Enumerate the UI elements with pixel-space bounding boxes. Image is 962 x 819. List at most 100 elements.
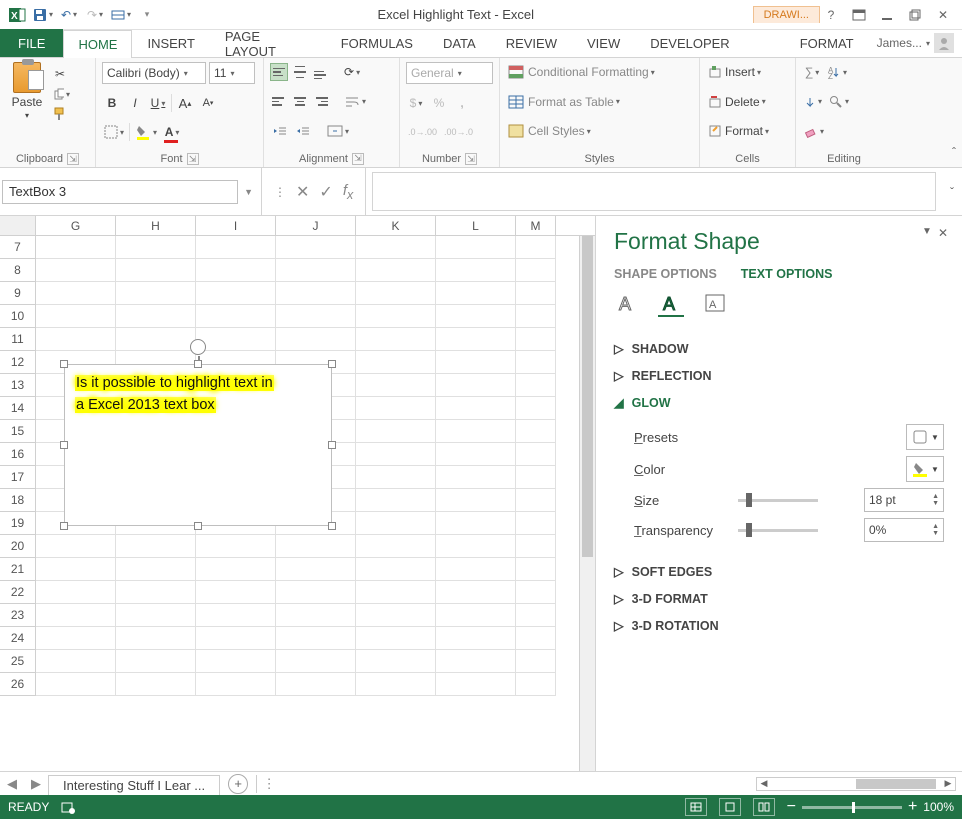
cell[interactable] (436, 236, 516, 259)
clear-button[interactable] (802, 121, 826, 141)
row-header[interactable]: 26 (0, 673, 36, 696)
bold-button[interactable]: B (102, 93, 122, 113)
cell[interactable] (356, 328, 436, 351)
cell[interactable] (276, 627, 356, 650)
cell[interactable] (36, 604, 116, 627)
cell[interactable] (516, 535, 556, 558)
glow-size-slider[interactable] (738, 499, 818, 502)
help-button[interactable]: ? (820, 4, 842, 26)
insert-function-button[interactable]: fx (343, 182, 353, 202)
cell[interactable] (196, 673, 276, 696)
sheet-split[interactable]: ⋮ (257, 776, 281, 792)
cell[interactable] (196, 558, 276, 581)
qat-customize-button[interactable]: ▾ (135, 3, 159, 27)
cell[interactable] (436, 397, 516, 420)
cell[interactable] (436, 443, 516, 466)
cell[interactable] (356, 650, 436, 673)
cell[interactable] (356, 558, 436, 581)
page-layout-view-button[interactable] (719, 798, 741, 816)
resize-handle-se[interactable] (328, 522, 336, 530)
resize-handle-sw[interactable] (60, 522, 68, 530)
cell[interactable] (196, 236, 276, 259)
sort-filter-button[interactable]: AZ (825, 62, 849, 82)
cell[interactable] (516, 650, 556, 673)
cell[interactable] (116, 673, 196, 696)
row-header[interactable]: 24 (0, 627, 36, 650)
drawing-tools-tab[interactable]: DRAWI... (753, 6, 820, 23)
cell[interactable] (516, 374, 556, 397)
sheet-nav-next[interactable]: ▶ (24, 776, 48, 792)
formula-bar[interactable] (372, 172, 936, 211)
fill-button[interactable] (802, 92, 824, 112)
tab-review[interactable]: REVIEW (491, 29, 572, 57)
cell[interactable] (276, 328, 356, 351)
user-account[interactable]: James...▾ (869, 29, 962, 57)
alignment-dialog-launcher[interactable]: ⇲ (352, 153, 364, 165)
shape-options-tab[interactable]: SHAPE OPTIONS (614, 267, 717, 281)
cell[interactable] (436, 604, 516, 627)
scroll-thumb[interactable] (582, 236, 593, 557)
cell[interactable] (356, 535, 436, 558)
cell[interactable] (436, 512, 516, 535)
cell[interactable] (436, 558, 516, 581)
cell[interactable] (276, 650, 356, 673)
row-header[interactable]: 10 (0, 305, 36, 328)
cell[interactable] (436, 535, 516, 558)
cell[interactable] (356, 512, 436, 535)
shadow-section[interactable]: ▷SHADOW (614, 341, 944, 356)
tab-home[interactable]: HOME (63, 30, 132, 58)
normal-view-button[interactable] (685, 798, 707, 816)
tab-page-layout[interactable]: PAGE LAYOUT (210, 29, 326, 57)
cell[interactable] (436, 581, 516, 604)
find-select-button[interactable] (827, 92, 851, 112)
italic-button[interactable]: I (125, 93, 145, 113)
restore-button[interactable] (904, 4, 926, 26)
horizontal-scrollbar[interactable]: ◀▶ (756, 777, 956, 791)
cell[interactable] (436, 627, 516, 650)
cell[interactable] (196, 627, 276, 650)
paste-button[interactable]: Paste ▾ (6, 62, 48, 120)
borders-button[interactable] (102, 122, 126, 142)
row-header[interactable]: 9 (0, 282, 36, 305)
cell[interactable] (196, 305, 276, 328)
rotate-handle[interactable] (190, 339, 206, 355)
save-button[interactable] (31, 5, 55, 25)
cell[interactable] (276, 604, 356, 627)
cell[interactable] (116, 627, 196, 650)
glow-color-button[interactable]: ▼ (906, 456, 944, 482)
row-header[interactable]: 7 (0, 236, 36, 259)
cell[interactable] (436, 351, 516, 374)
clipboard-dialog-launcher[interactable]: ⇲ (67, 153, 79, 165)
align-middle-button[interactable] (291, 63, 309, 81)
merge-center-button[interactable] (325, 121, 351, 141)
cell[interactable] (36, 328, 116, 351)
cell[interactable] (356, 259, 436, 282)
cell[interactable] (276, 535, 356, 558)
cell[interactable] (116, 236, 196, 259)
row-header[interactable]: 13 (0, 374, 36, 397)
fill-color-button[interactable] (133, 122, 159, 142)
pane-menu-button[interactable]: ▼ (922, 226, 932, 240)
cell[interactable] (356, 443, 436, 466)
cell[interactable] (516, 397, 556, 420)
tab-formulas[interactable]: FORMULAS (326, 29, 428, 57)
glow-size-input[interactable]: 18 pt▲▼ (864, 488, 944, 512)
enter-formula-button[interactable]: ✓ (319, 182, 332, 202)
cell[interactable] (116, 259, 196, 282)
tab-developer[interactable]: DEVELOPER (635, 29, 744, 57)
ribbon-display-button[interactable] (848, 4, 870, 26)
cell[interactable] (356, 673, 436, 696)
cell[interactable] (436, 282, 516, 305)
cell[interactable] (516, 282, 556, 305)
cell[interactable] (516, 466, 556, 489)
cell[interactable] (516, 673, 556, 696)
col-header[interactable]: M (516, 216, 556, 235)
row-header[interactable]: 17 (0, 466, 36, 489)
cell[interactable] (436, 374, 516, 397)
cell[interactable] (516, 328, 556, 351)
cell[interactable] (356, 627, 436, 650)
textbox-shape[interactable]: Is it possible to highlight text in a Ex… (64, 364, 332, 526)
cell[interactable] (276, 305, 356, 328)
conditional-formatting-button[interactable]: Conditional Formatting (506, 62, 657, 82)
percent-format-button[interactable]: % (429, 93, 449, 113)
